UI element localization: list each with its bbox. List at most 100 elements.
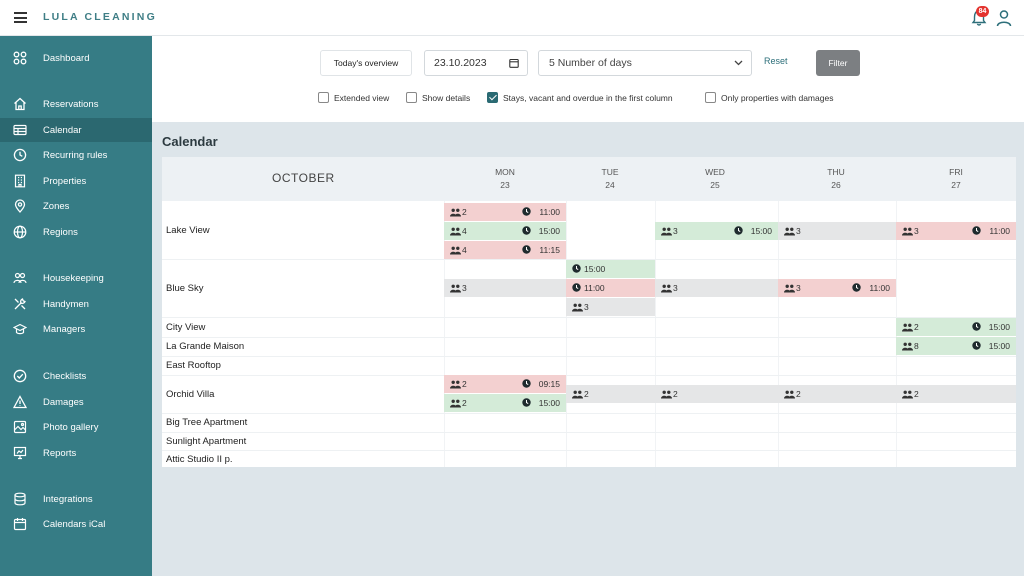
people-icon	[13, 272, 27, 284]
grid-icon	[13, 51, 27, 65]
clock-icon	[572, 283, 581, 292]
sidebar-item-calendars-ical[interactable]: Calendars iCal	[0, 512, 152, 536]
days-select[interactable]: 5 Number of days	[538, 50, 752, 76]
reset-button[interactable]: Reset	[764, 56, 788, 66]
guests-icon	[450, 208, 461, 217]
clock-icon	[734, 226, 743, 235]
page-title: Calendar	[162, 134, 218, 149]
sidebar-item-label: Regions	[43, 227, 78, 238]
property-name[interactable]: Big Tree Apartment	[166, 417, 247, 428]
calendar-icon[interactable]	[509, 58, 519, 68]
booking-time: 11:00	[539, 207, 560, 217]
day-header-fri[interactable]: FRI 27	[936, 166, 976, 192]
checkbox-box[interactable]	[705, 92, 716, 103]
image-icon	[13, 420, 27, 434]
sidebar-item-checklists[interactable]: Checklists	[0, 364, 152, 388]
property-name[interactable]: Orchid Villa	[166, 389, 214, 400]
sidebar-item-handymen[interactable]: Handymen	[0, 292, 152, 316]
property-name[interactable]: Sunlight Apartment	[166, 436, 246, 447]
day-header-thu[interactable]: THU 26	[816, 166, 856, 192]
booking-cell[interactable]: 3	[444, 279, 566, 297]
booking-cell[interactable]: 3 11:00	[778, 279, 896, 297]
sidebar-item-dashboard[interactable]: Dashboard	[0, 46, 152, 70]
booking-cell[interactable]: 11:00	[566, 279, 655, 297]
booking-cell[interactable]: 2	[655, 385, 778, 403]
booking-cell[interactable]: 3 11:00	[896, 222, 1016, 240]
sidebar-item-damages[interactable]: Damages	[0, 390, 152, 414]
guest-count: 2	[914, 322, 919, 332]
sidebar-item-label: Handymen	[43, 299, 89, 310]
date-input[interactable]: 23.10.2023	[424, 50, 528, 76]
booking-cell[interactable]: 2	[896, 385, 1016, 403]
day-header-mon[interactable]: MON 23	[485, 166, 525, 192]
sidebar-item-photo-gallery[interactable]: Photo gallery	[0, 415, 152, 439]
guest-count: 3	[462, 283, 467, 293]
sidebar-item-properties[interactable]: Properties	[0, 169, 152, 193]
guests-icon	[450, 246, 461, 255]
checkbox-box-checked[interactable]	[487, 92, 498, 103]
sidebar-item-calendar[interactable]: Calendar	[0, 118, 152, 142]
calendar-table-icon	[13, 124, 27, 136]
guests-icon	[450, 380, 461, 389]
booking-cell[interactable]: 3	[778, 222, 896, 240]
booking-cell[interactable]: 4 15:00	[444, 222, 566, 240]
property-name[interactable]: East Rooftop	[166, 360, 221, 371]
day-header-wed[interactable]: WED 25	[695, 166, 735, 192]
menu-icon[interactable]	[14, 12, 27, 23]
sidebar-item-recurring-rules[interactable]: Recurring rules	[0, 143, 152, 167]
booking-cell[interactable]: 2 15:00	[896, 318, 1016, 336]
top-bar: LULA CLEANING 84	[0, 0, 1024, 36]
property-name[interactable]: La Grande Maison	[166, 341, 244, 352]
guests-icon	[661, 284, 672, 293]
guests-icon	[902, 390, 913, 399]
sidebar-item-integrations[interactable]: Integrations	[0, 487, 152, 511]
booking-cell[interactable]: 4 11:15	[444, 241, 566, 259]
property-name[interactable]: Lake View	[166, 225, 210, 236]
property-name[interactable]: City View	[166, 322, 205, 333]
booking-cell[interactable]: 2 11:00	[444, 203, 566, 221]
guests-icon	[902, 323, 913, 332]
property-name[interactable]: Blue Sky	[166, 283, 204, 294]
sidebar-item-housekeeping[interactable]: Housekeeping	[0, 266, 152, 290]
sidebar-item-reports[interactable]: Reports	[0, 441, 152, 465]
presentation-icon	[13, 446, 27, 460]
clock-icon	[852, 283, 861, 292]
building-icon	[14, 174, 26, 188]
booking-cell[interactable]: 8 15:00	[896, 337, 1016, 355]
booking-cell[interactable]: 3	[566, 298, 655, 316]
sidebar-item-label: Housekeeping	[43, 273, 104, 284]
checkbox-box[interactable]	[406, 92, 417, 103]
property-name[interactable]: Attic Studio II p.	[166, 454, 233, 465]
todays-overview-button[interactable]: Today's overview	[320, 50, 412, 76]
booking-cell[interactable]: 3 15:00	[655, 222, 778, 240]
booking-cell[interactable]: 2 09:15	[444, 375, 566, 393]
filter-button[interactable]: Filter	[816, 50, 860, 76]
booking-cell[interactable]: 15:00	[566, 260, 655, 278]
booking-time: 15:00	[584, 264, 606, 274]
sidebar-item-label: Zones	[43, 201, 70, 212]
day-header-tue[interactable]: TUE 24	[590, 166, 630, 192]
days-select-value: 5 Number of days	[549, 57, 632, 69]
booking-cell[interactable]: 3	[655, 279, 778, 297]
calendar-icon	[13, 518, 27, 531]
sidebar-item-zones[interactable]: Zones	[0, 194, 152, 218]
sidebar-item-label: Reports	[43, 448, 77, 459]
guest-count: 3	[673, 226, 678, 236]
guests-icon	[661, 390, 672, 399]
guests-icon	[784, 390, 795, 399]
booking-time: 11:00	[989, 226, 1010, 236]
booking-cell[interactable]: 2	[778, 385, 896, 403]
sidebar-item-reservations[interactable]: Reservations	[0, 92, 152, 116]
booking-cell[interactable]: 2 15:00	[444, 394, 566, 412]
row-divider	[162, 413, 1016, 414]
checkbox-box[interactable]	[318, 92, 329, 103]
sidebar-item-label: Properties	[43, 176, 87, 187]
guest-count: 3	[796, 226, 801, 236]
user-icon[interactable]	[996, 9, 1012, 27]
booking-cell[interactable]: 2	[566, 385, 655, 403]
filter-bar: Today's overview 23.10.2023 5 Number of …	[152, 36, 1024, 122]
sidebar-item-managers[interactable]: Managers	[0, 317, 152, 341]
graduation-cap-icon	[13, 323, 27, 335]
guests-icon	[661, 227, 672, 236]
sidebar-item-regions[interactable]: Regions	[0, 220, 152, 244]
